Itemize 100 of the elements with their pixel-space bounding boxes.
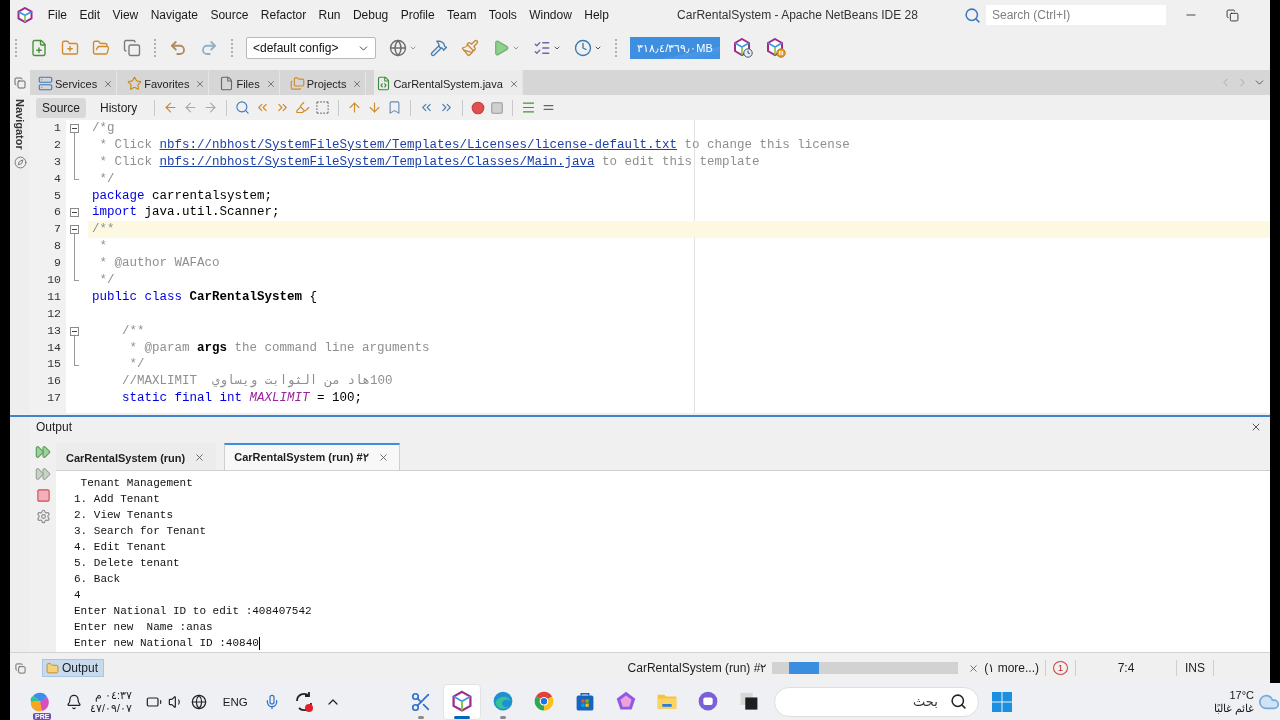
collapse-icon[interactable] xyxy=(70,208,79,218)
tool-tab[interactable]: Favorites xyxy=(125,70,210,95)
link[interactable]: nbfs://nbhost/SystemFileSystem/Templates/Licenses/license-default.txt xyxy=(159,137,678,152)
menu-item[interactable]: Run xyxy=(312,8,347,22)
weather-condition[interactable]: غائم غالبًا xyxy=(1213,701,1254,715)
cancel-icon[interactable] xyxy=(968,662,980,674)
play-icon[interactable] xyxy=(492,39,510,57)
clock-icon[interactable] xyxy=(574,39,592,57)
arrow-right-icon[interactable] xyxy=(203,100,219,115)
compass-icon[interactable] xyxy=(13,155,27,169)
line-number: 1 xyxy=(53,120,62,136)
folder-open-icon[interactable] xyxy=(92,39,110,57)
collapse-icon[interactable] xyxy=(70,326,79,336)
close-icon[interactable] xyxy=(195,78,206,89)
menu-item[interactable]: Navigate xyxy=(144,8,205,22)
close-icon[interactable] xyxy=(377,452,389,463)
close-icon[interactable] xyxy=(194,452,206,463)
close-icon[interactable] xyxy=(265,78,276,89)
record-icon[interactable] xyxy=(471,100,486,115)
view-tab[interactable]: Source xyxy=(36,97,87,118)
folder-icon[interactable] xyxy=(46,661,59,675)
arrow-down-icon[interactable] xyxy=(367,100,383,115)
output-window-button[interactable]: Output xyxy=(42,659,105,677)
link[interactable]: nbfs://nbhost/SystemFileSystem/Templates/Classes/Main.java xyxy=(159,154,595,169)
close-icon[interactable] xyxy=(103,78,114,89)
menu-item[interactable]: Edit xyxy=(73,8,107,22)
dashed-square-icon[interactable] xyxy=(315,100,331,115)
menu-item[interactable]: Profile xyxy=(394,8,441,22)
cube-pause-icon[interactable] xyxy=(766,38,786,58)
close-icon[interactable] xyxy=(508,78,519,89)
menu-item[interactable]: Team xyxy=(440,8,483,22)
cube-icon[interactable] xyxy=(449,690,474,713)
tool-tab[interactable]: Services xyxy=(36,70,118,95)
menu-item[interactable]: Debug xyxy=(346,8,395,22)
file-icon[interactable] xyxy=(219,76,235,91)
menu-item[interactable]: Tools xyxy=(482,8,523,22)
brush-icon[interactable] xyxy=(461,39,479,57)
tool-tab[interactable]: Files xyxy=(217,70,280,95)
close-icon[interactable] xyxy=(1250,421,1262,433)
line-number: 13 xyxy=(46,322,62,339)
restore-windows-icon[interactable] xyxy=(14,76,26,89)
code-file-icon[interactable] xyxy=(376,76,392,91)
stop-icon[interactable] xyxy=(490,100,505,115)
language-indicator[interactable]: ENG xyxy=(222,695,248,708)
code-line: * @author WAFAco xyxy=(98,255,220,273)
search-field[interactable]: بحث xyxy=(773,686,979,717)
collapse-icon[interactable] xyxy=(70,123,79,133)
bell-icon[interactable] xyxy=(66,693,82,710)
lines-icon[interactable] xyxy=(521,100,537,115)
stop-icon[interactable] xyxy=(35,488,51,503)
collapse-icon[interactable] xyxy=(70,225,79,235)
menu-item[interactable]: File xyxy=(41,8,74,22)
view-tab[interactable]: History xyxy=(94,97,144,118)
clock-date[interactable]: ٤٧/٠٩/٠٧ xyxy=(90,701,132,715)
taskbar-button[interactable] xyxy=(442,683,481,720)
checklist-icon[interactable] xyxy=(533,39,551,57)
output-tab[interactable]: CarRentalSystem (run) #٢ xyxy=(224,443,400,470)
windows-logo-icon[interactable] xyxy=(990,690,1013,713)
hammer-icon[interactable] xyxy=(430,39,448,57)
menu-item[interactable]: Window xyxy=(523,8,579,22)
fast-forward-icon[interactable] xyxy=(35,444,51,460)
folder-plus-icon[interactable] xyxy=(61,39,79,57)
tool-tab[interactable]: CarRentalSystem.java xyxy=(374,70,523,95)
highlighter-icon[interactable] xyxy=(295,100,311,115)
insert-mode[interactable]: INS xyxy=(1183,661,1207,675)
bookmark-icon[interactable] xyxy=(387,100,403,115)
undo-icon[interactable] xyxy=(169,39,187,57)
file-plus-icon[interactable] xyxy=(30,39,48,57)
search-icon[interactable] xyxy=(949,692,967,710)
tool-tab[interactable]: Projects xyxy=(287,70,367,95)
close-icon[interactable] xyxy=(352,78,363,89)
output-tab[interactable]: CarRentalSystem (run) xyxy=(56,443,217,470)
search-field[interactable]: Search (Ctrl+I) xyxy=(986,5,1166,25)
menu-item[interactable]: View xyxy=(106,8,145,22)
redo-icon[interactable] xyxy=(200,39,218,57)
menu-item[interactable]: Refactor xyxy=(254,8,313,22)
navigator-tab[interactable]: Navigator xyxy=(14,99,26,150)
star-icon[interactable] xyxy=(127,76,143,91)
menu-item[interactable]: Source xyxy=(204,8,255,22)
more-tasks-link[interactable]: (١ more...) xyxy=(984,661,1039,675)
copy-icon[interactable] xyxy=(123,39,141,57)
line-number: 6 xyxy=(53,204,62,221)
fast-forward-icon[interactable] xyxy=(35,466,51,482)
globe-icon[interactable] xyxy=(190,693,207,710)
settings-icon[interactable] xyxy=(35,509,51,524)
weather-temperature[interactable]: 17°C xyxy=(1229,688,1254,702)
code-line: /** xyxy=(92,221,115,239)
scissors-icon[interactable] xyxy=(409,690,432,713)
caret-icon[interactable] xyxy=(594,44,602,52)
folders-icon[interactable] xyxy=(289,76,305,91)
code-line: static final int MAXLIMIT = 100; xyxy=(121,390,363,408)
cube-clock-icon[interactable] xyxy=(733,38,753,58)
restore-windows-icon[interactable] xyxy=(14,662,26,674)
restore-icon[interactable] xyxy=(1226,8,1239,22)
caret-icon[interactable] xyxy=(553,44,561,52)
config-dropdown[interactable]: <default config> xyxy=(246,37,376,59)
task-label: CarRentalSystem (run) #٢ xyxy=(627,661,767,675)
server-icon[interactable] xyxy=(38,76,53,91)
clock-time[interactable]: ٠٤:٣٧ م xyxy=(95,688,132,702)
menu-item[interactable]: Help xyxy=(578,8,616,22)
